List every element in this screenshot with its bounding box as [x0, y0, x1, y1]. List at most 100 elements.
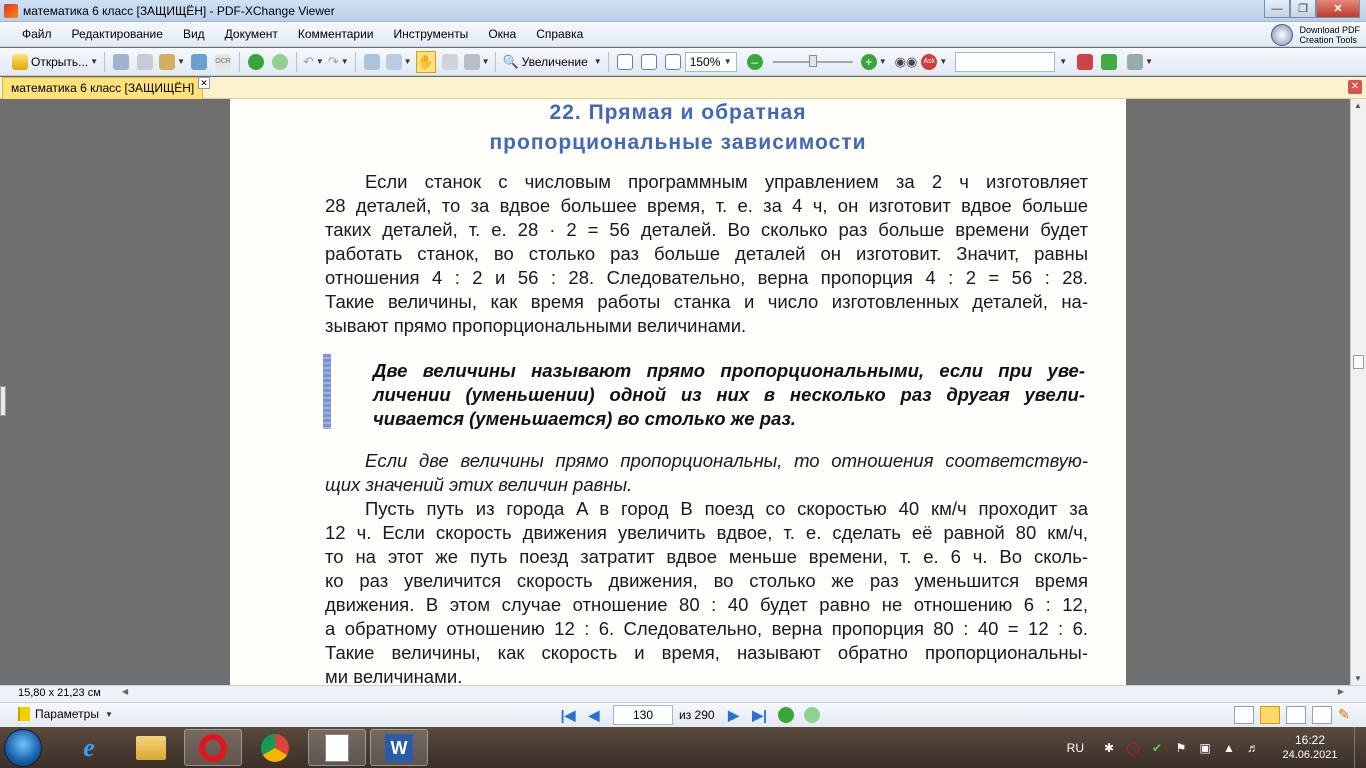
menu-tools[interactable]: Инструменты: [383, 22, 478, 47]
search-input[interactable]: [955, 51, 1056, 72]
taskbar-app-pdf-viewer[interactable]: [308, 729, 366, 766]
options-button[interactable]: ▼: [1127, 51, 1153, 73]
taskbar-app-ie[interactable]: e: [60, 729, 118, 766]
taskbar-app-opera[interactable]: [184, 729, 242, 766]
menu-comments[interactable]: Комментарии: [288, 22, 384, 47]
scroll-right-icon[interactable]: ▶: [1338, 687, 1344, 696]
close-document-button[interactable]: ✕: [1348, 80, 1362, 94]
document-viewport[interactable]: 22. Прямая и обратная пропорциональные з…: [0, 99, 1350, 685]
binoculars-button[interactable]: ◉◉: [895, 51, 918, 73]
security-icon[interactable]: ✔: [1150, 741, 1164, 755]
export-button[interactable]: ▼: [385, 51, 412, 73]
show-desktop-button[interactable]: [1354, 727, 1366, 768]
network-signal-icon[interactable]: ▲: [1222, 741, 1236, 755]
scroll-thumb[interactable]: [1353, 355, 1364, 369]
snapshot-button[interactable]: ▼: [463, 51, 489, 73]
scroll-up-icon[interactable]: ▲: [1354, 101, 1362, 110]
text-line: 28 деталей, то за вдвое большее время, т…: [325, 195, 1088, 216]
email-button[interactable]: ▼: [159, 51, 185, 73]
rotate-button[interactable]: [362, 51, 382, 73]
last-page-button[interactable]: ▶|: [751, 706, 769, 724]
undo-icon: ↶: [302, 53, 314, 69]
page-navigation: |◀ ◀ 130 из 290 ▶ ▶|: [555, 705, 825, 725]
page-number-input[interactable]: 130: [613, 705, 673, 725]
redo-icon: ↷: [327, 53, 339, 69]
prev-page-button[interactable]: ◀: [585, 706, 603, 724]
forward-button[interactable]: [270, 51, 290, 73]
zoom-level-select[interactable]: 150% ▼: [684, 51, 737, 72]
toolbar-separator: [295, 51, 297, 72]
side-panel-handle[interactable]: [0, 386, 6, 416]
title-bar: математика 6 класс [ЗАЩИЩЁН] - PDF-XChan…: [0, 0, 1366, 22]
back-button[interactable]: [246, 51, 266, 73]
device-icon[interactable]: ▣: [1198, 741, 1212, 755]
fit-page-button[interactable]: [639, 51, 659, 73]
continuous-facing-view-button[interactable]: [1312, 706, 1332, 724]
ocr-button[interactable]: OCR: [213, 51, 233, 73]
fit-width-button[interactable]: [663, 51, 683, 73]
zoom-in-button[interactable]: + ▼: [860, 51, 887, 73]
opera-tray-icon[interactable]: ◯: [1126, 741, 1140, 755]
save-button[interactable]: [111, 51, 131, 73]
scan-button[interactable]: [189, 51, 209, 73]
menu-file[interactable]: Файл: [0, 22, 62, 47]
chrome-icon: [261, 733, 289, 762]
menu-view[interactable]: Вид: [173, 22, 215, 47]
select-text-icon: [441, 53, 458, 70]
actual-size-button[interactable]: [615, 51, 635, 73]
hand-tool-button[interactable]: ✋: [415, 50, 436, 73]
taskbar-app-explorer[interactable]: [122, 729, 180, 766]
chevron-down-icon: ▼: [177, 57, 185, 66]
scroll-down-icon[interactable]: ▼: [1354, 674, 1362, 683]
history-forward-button[interactable]: [803, 706, 821, 724]
menu-windows[interactable]: Окна: [478, 22, 526, 47]
action-center-flag-icon[interactable]: ⚑: [1174, 741, 1188, 755]
redo-button[interactable]: ↷ ▼: [328, 51, 349, 73]
scroll-left-icon[interactable]: ◀: [122, 687, 128, 696]
facing-view-button[interactable]: [1286, 706, 1306, 724]
zoom-out-button[interactable]: –: [745, 51, 765, 73]
tab-close-icon[interactable]: ✕: [198, 77, 210, 89]
minimize-button[interactable]: —: [1264, 0, 1290, 18]
taskbar-app-word[interactable]: W: [370, 729, 428, 766]
taskbar-app-chrome[interactable]: [246, 729, 304, 766]
zoom-tool-button[interactable]: 🔍 Увеличение ▼: [502, 51, 601, 73]
maximize-button[interactable]: ❐: [1290, 0, 1316, 18]
volume-icon[interactable]: ♬: [1246, 741, 1260, 755]
fit-page-icon: [640, 53, 657, 70]
find-prev-button[interactable]: [1075, 51, 1095, 73]
folder-icon: [136, 735, 166, 760]
open-button[interactable]: Открыть... ▼: [12, 51, 98, 73]
start-button[interactable]: [4, 729, 42, 767]
chevron-down-icon[interactable]: ▼: [1059, 57, 1067, 66]
pdf-viewer-icon: [325, 733, 349, 762]
save-icon: [113, 53, 130, 70]
print-button[interactable]: [135, 51, 155, 73]
menu-edit[interactable]: Редактирование: [62, 22, 173, 47]
document-tab[interactable]: математика 6 класс [ЗАЩИЩЁН]: [2, 77, 204, 99]
zoom-slider[interactable]: [772, 54, 853, 67]
menu-help[interactable]: Справка: [526, 22, 593, 47]
language-indicator[interactable]: RU: [1067, 741, 1084, 755]
select-text-button[interactable]: [440, 51, 460, 73]
download-pdf-tools-button[interactable]: Download PDF Creation Tools: [1271, 24, 1360, 46]
history-back-button[interactable]: [777, 706, 795, 724]
ask-button[interactable]: Ask ▼: [921, 51, 947, 73]
text-line: а обратному отношению 12 : 6. Следовател…: [325, 618, 1088, 639]
first-page-button[interactable]: |◀: [559, 706, 577, 724]
close-button[interactable]: ✕: [1316, 0, 1360, 18]
clock[interactable]: 16:22 24.06.2021: [1270, 733, 1350, 763]
zoom-slider-knob[interactable]: [808, 54, 817, 67]
single-page-view-button[interactable]: [1234, 706, 1254, 724]
pen-tool-button[interactable]: ✎: [1338, 706, 1358, 724]
find-next-button[interactable]: [1099, 51, 1119, 73]
bluetooth-icon[interactable]: ✱: [1102, 741, 1116, 755]
vertical-scrollbar[interactable]: ▲ ▼: [1350, 99, 1366, 685]
text-line: Если две величины прямо пропорциональны,…: [365, 450, 1088, 471]
parameters-button[interactable]: Параметры ▼: [18, 707, 113, 721]
continuous-view-button[interactable]: [1260, 706, 1280, 724]
status-bar: 15,80 x 21,23 см ◀ ▶: [0, 685, 1366, 702]
undo-button[interactable]: ↶ ▼: [303, 51, 324, 73]
next-page-button[interactable]: ▶: [725, 706, 743, 724]
menu-document[interactable]: Документ: [215, 22, 288, 47]
